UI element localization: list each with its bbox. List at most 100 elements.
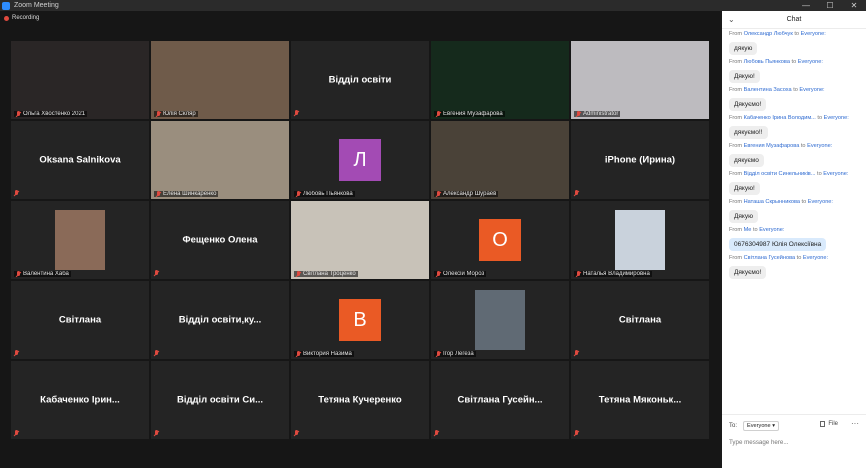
video-feed bbox=[55, 210, 105, 270]
more-options-icon[interactable]: ··· bbox=[851, 419, 859, 428]
participant-tile[interactable]: Oksana Salnikova bbox=[11, 121, 149, 199]
participant-name: Світлана bbox=[618, 314, 662, 326]
meeting-area: Recording Ольга Хвостенко 2021 Юлія Скляр… bbox=[0, 11, 720, 468]
participant-tile[interactable]: О Олексій Мороз bbox=[431, 201, 569, 279]
participant-name: Кабаченко Ірин... bbox=[40, 394, 120, 406]
chat-messages: From Олександр Любчук to Everyone: дякую F… bbox=[729, 31, 862, 283]
message-header: From Любовь Пьянкова to Everyone: bbox=[729, 59, 862, 65]
maximize-button[interactable]: ☐ bbox=[818, 0, 842, 11]
participant-caption: Любовь Пьянкова bbox=[294, 191, 355, 197]
chat-message: From Кабаченко Ірина Володим... to Every… bbox=[729, 115, 862, 139]
participant-tile[interactable]: Александр Шураев bbox=[431, 121, 569, 199]
from-label: From bbox=[729, 143, 743, 149]
participant-tile[interactable]: Елена Шинкаренко bbox=[151, 121, 289, 199]
message-text: дякуємо!! bbox=[729, 126, 768, 139]
participant-tile[interactable]: Л Любовь Пьянкова bbox=[291, 121, 429, 199]
muted-mic-icon bbox=[436, 271, 441, 277]
participant-tile[interactable]: Administrator bbox=[571, 41, 709, 119]
message-text: Дякую! bbox=[729, 182, 760, 195]
participant-name: Світлана Троценко bbox=[303, 271, 356, 277]
participant-name: iPhone (Ирина) bbox=[604, 154, 676, 166]
from-label: From bbox=[729, 227, 743, 233]
message-text: Дякую bbox=[729, 210, 758, 223]
participant-name: Александр Шураев bbox=[443, 191, 497, 197]
chat-message: From Евгения Музафарова to Everyone: дяку… bbox=[729, 143, 862, 167]
chat-message: From Олександр Любчук to Everyone: дякую bbox=[729, 31, 862, 55]
participant-tile[interactable]: Кабаченко Ірин... bbox=[11, 361, 149, 439]
participant-tile[interactable]: Тетяна Мяконьк... bbox=[571, 361, 709, 439]
recipient-name: Everyone: bbox=[807, 199, 833, 205]
participant-caption: Елена Шинкаренко bbox=[154, 191, 219, 197]
participant-tile[interactable]: Юлія Скляр bbox=[151, 41, 289, 119]
from-label: From bbox=[729, 171, 743, 177]
muted-mic-icon bbox=[436, 191, 441, 197]
muted-mic-icon bbox=[154, 430, 159, 436]
participant-tile[interactable]: Фещенко Олена bbox=[151, 201, 289, 279]
participant-tile[interactable]: Світлана Троценко bbox=[291, 201, 429, 279]
chat-message: From Валентина Засоха to Everyone: Дякуєм… bbox=[729, 87, 862, 111]
file-button[interactable]: File bbox=[820, 421, 838, 427]
sender-name: Світлана Гусейнова bbox=[743, 255, 796, 261]
recipient-select[interactable]: Everyone ▾ bbox=[743, 421, 780, 431]
participant-tile[interactable]: В Виктория Назима bbox=[291, 281, 429, 359]
video-feed bbox=[11, 41, 149, 119]
video-feed bbox=[291, 201, 429, 279]
participant-caption: Евгения Музафарова bbox=[434, 111, 505, 117]
muted-mic-icon bbox=[574, 350, 579, 356]
participant-tile[interactable]: Світлана bbox=[571, 281, 709, 359]
participant-tile[interactable]: Відділ освіти bbox=[291, 41, 429, 119]
participant-tile[interactable]: Тетяна Кучеренко bbox=[291, 361, 429, 439]
participant-name: Oksana Salnikova bbox=[39, 154, 121, 166]
sender-name: Евгения Музафарова bbox=[743, 143, 800, 149]
participant-tile[interactable]: Світлана Гусейн... bbox=[431, 361, 569, 439]
recipient-name: Everyone: bbox=[799, 87, 825, 93]
to-label: To: bbox=[729, 423, 738, 429]
participant-tile[interactable]: Валентина Хаба bbox=[11, 201, 149, 279]
participant-name: Валентина Хаба bbox=[23, 271, 69, 277]
gallery-grid: Ольга Хвостенко 2021 Юлія Скляр Відділ осв… bbox=[11, 41, 709, 439]
participant-tile[interactable]: Наталья Владимировна bbox=[571, 201, 709, 279]
participant-name: Ігор Легеза bbox=[443, 351, 474, 357]
muted-mic-icon bbox=[294, 110, 299, 116]
participant-tile[interactable]: Світлана bbox=[11, 281, 149, 359]
close-button[interactable]: ✕ bbox=[842, 0, 866, 11]
participant-tile[interactable]: Ольга Хвостенко 2021 bbox=[11, 41, 149, 119]
chat-message: From Світлана Гусейнова to Everyone: Дяку… bbox=[729, 255, 862, 279]
participant-tile[interactable]: Відділ освіти Си... bbox=[151, 361, 289, 439]
participant-tile[interactable]: Евгения Музафарова bbox=[431, 41, 569, 119]
participant-caption: Валентина Хаба bbox=[14, 271, 71, 277]
participant-name: Любовь Пьянкова bbox=[303, 191, 353, 197]
minimize-button[interactable]: — bbox=[794, 0, 818, 11]
muted-mic-icon bbox=[574, 430, 579, 436]
participant-tile[interactable]: iPhone (Ирина) bbox=[571, 121, 709, 199]
participant-name: Олексій Мороз bbox=[443, 271, 485, 277]
participant-caption: Administrator bbox=[574, 111, 621, 117]
participant-name: Юлія Скляр bbox=[163, 111, 196, 117]
video-feed bbox=[151, 41, 289, 119]
participant-tile[interactable]: Відділ освіти,ку... bbox=[151, 281, 289, 359]
to-word: to bbox=[817, 171, 822, 177]
recording-indicator[interactable]: Recording bbox=[4, 15, 39, 21]
record-icon bbox=[4, 15, 9, 21]
muted-mic-icon bbox=[296, 191, 301, 197]
avatar: Л bbox=[339, 139, 381, 181]
from-label: From bbox=[729, 115, 743, 121]
sender-name: Наташа Скрынникова bbox=[743, 199, 800, 205]
muted-mic-icon bbox=[576, 111, 581, 117]
recipient-row: To: Everyone ▾ bbox=[729, 421, 780, 431]
chat-message-input[interactable] bbox=[729, 435, 859, 449]
participant-caption: Ігор Легеза bbox=[434, 351, 476, 357]
participant-name: Світлана bbox=[58, 314, 102, 326]
chevron-down-icon[interactable]: ⌄ bbox=[728, 15, 735, 24]
participant-tile[interactable]: Ігор Легеза bbox=[431, 281, 569, 359]
video-feed bbox=[431, 121, 569, 199]
message-header: From Валентина Засоха to Everyone: bbox=[729, 87, 862, 93]
participant-caption: Олексій Мороз bbox=[434, 271, 487, 277]
participant-name: Administrator bbox=[583, 111, 619, 117]
recipient-name: Everyone: bbox=[823, 115, 849, 121]
recipient-name: Everyone: bbox=[797, 59, 823, 65]
participant-name: Наталья Владимировна bbox=[583, 271, 650, 277]
chat-message: From Відділ освіти Синельників... to Eve… bbox=[729, 171, 862, 195]
avatar: О bbox=[479, 219, 521, 261]
participant-name: Фещенко Олена bbox=[182, 234, 258, 246]
